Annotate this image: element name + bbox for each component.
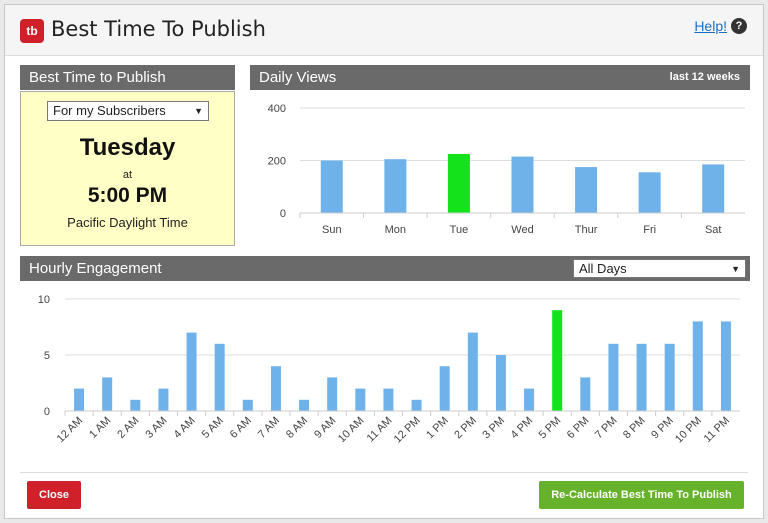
hourly-x-tick-label: 3 AM xyxy=(143,415,169,441)
hourly-x-tick-label: 9 AM xyxy=(312,415,338,441)
hourly-y-tick-label: 10 xyxy=(38,294,50,306)
daily-x-tick-label: Fri xyxy=(643,224,656,236)
hourly-bar xyxy=(158,388,169,411)
hourly-x-tick-label: 8 PM xyxy=(621,415,648,442)
hourly-x-tick-label: 3 PM xyxy=(480,415,507,442)
footer-divider xyxy=(20,472,748,473)
daily-x-tick-label: Sat xyxy=(705,224,722,236)
hourly-engagement-title: Hourly Engagement xyxy=(29,260,162,277)
dropdown-arrow-icon: ▼ xyxy=(731,264,740,274)
daily-x-tick-label: Tue xyxy=(450,224,469,236)
daily-y-tick-label: 400 xyxy=(268,103,286,115)
recalculate-button[interactable]: Re-Calculate Best Time To Publish xyxy=(539,481,744,509)
best-time: 5:00 PM xyxy=(87,184,168,207)
hourly-x-tick-label: 6 PM xyxy=(565,415,592,442)
daily-x-tick-label: Wed xyxy=(511,224,533,236)
hourly-bar xyxy=(608,343,619,411)
best-time-dialog: tb Best Time To Publish Help! ? Best Tim… xyxy=(4,4,764,519)
hourly-y-tick-label: 0 xyxy=(44,406,50,418)
help-question-icon[interactable]: ? xyxy=(731,18,747,34)
daily-bar xyxy=(702,164,725,213)
hourly-x-tick-label: 7 PM xyxy=(593,415,620,442)
daily-bar xyxy=(384,159,407,213)
hourly-x-tick-label: 7 AM xyxy=(256,415,282,441)
best-time-panel: For my Subscribers ▼ Tuesday at 5:00 PM … xyxy=(20,91,235,246)
hourly-y-tick-label: 5 xyxy=(44,350,50,362)
hourly-x-tick-label: 12 AM xyxy=(55,415,86,446)
hourly-x-tick-label: 12 PM xyxy=(392,415,423,446)
hourly-x-tick-label: 6 AM xyxy=(228,415,254,441)
at-label: at xyxy=(122,169,133,181)
daily-views-range: last 12 weeks xyxy=(669,71,740,83)
daily-y-tick-label: 200 xyxy=(268,156,286,168)
hourly-bar xyxy=(524,388,535,411)
hourly-bar xyxy=(692,321,703,411)
hourly-bar xyxy=(130,399,141,411)
hourly-x-tick-label: 4 PM xyxy=(509,415,536,442)
hourly-bar xyxy=(439,366,450,411)
day-filter-select[interactable]: All Days ▼ xyxy=(573,259,746,278)
hourly-bar xyxy=(214,343,225,411)
hourly-bar xyxy=(552,310,563,411)
daily-x-tick-label: Mon xyxy=(385,224,406,236)
hourly-bar xyxy=(664,343,675,411)
daily-x-tick-label: Sun xyxy=(322,224,342,236)
close-button[interactable]: Close xyxy=(27,481,81,509)
daily-bar xyxy=(511,156,534,213)
tubebuddy-logo-icon: tb xyxy=(20,19,44,43)
daily-bar xyxy=(447,153,470,213)
hourly-bar xyxy=(102,377,113,411)
audience-select[interactable]: For my Subscribers ▼ xyxy=(47,101,209,121)
hourly-bar xyxy=(242,399,253,411)
hourly-x-tick-label: 2 PM xyxy=(452,415,479,442)
hourly-bar xyxy=(720,321,731,411)
daily-x-tick-label: Thur xyxy=(575,224,598,236)
hourly-x-tick-label: 4 AM xyxy=(171,415,197,441)
hourly-bar xyxy=(327,377,338,411)
hourly-bar xyxy=(74,388,85,411)
hourly-bar xyxy=(467,332,478,411)
daily-views-chart: 0 200 400 Sun Mon Tue Wed Thur Fri Sat xyxy=(268,103,745,236)
dropdown-arrow-icon: ▼ xyxy=(194,106,203,116)
daily-views-title: Daily Views xyxy=(259,69,337,86)
hourly-x-tick-label: 5 AM xyxy=(200,415,226,441)
best-day: Tuesday xyxy=(79,134,176,161)
hourly-bar xyxy=(636,343,647,411)
audience-select-value: For my Subscribers xyxy=(53,103,166,118)
hourly-engagement-chart: 0 5 10 12 AM 1 AM 2 AM 3 AM 4 AM 5 AM 6 AM 7 AM 8 A… xyxy=(38,294,740,446)
daily-bar xyxy=(575,167,598,213)
title-bar: tb Best Time To Publish Help! ? xyxy=(5,5,763,56)
help-link[interactable]: Help! xyxy=(694,18,727,34)
hourly-x-tick-label: 1 AM xyxy=(87,415,113,441)
daily-views-header: Daily Views last 12 weeks xyxy=(250,65,750,90)
hourly-bar xyxy=(270,366,281,411)
hourly-bar xyxy=(186,332,197,411)
hourly-x-tick-label: 10 PM xyxy=(673,415,704,446)
hourly-bar xyxy=(411,399,422,411)
daily-bar xyxy=(320,160,343,213)
timezone-label: Pacific Daylight Time xyxy=(67,215,188,230)
dialog-title: Best Time To Publish xyxy=(51,17,266,41)
hourly-bar xyxy=(383,388,394,411)
hourly-x-tick-label: 1 PM xyxy=(424,415,451,442)
daily-y-tick-label: 0 xyxy=(280,208,286,220)
daily-bar xyxy=(638,172,661,213)
hourly-x-tick-label: 11 PM xyxy=(702,415,732,445)
hourly-bar xyxy=(495,355,506,411)
hourly-bar xyxy=(299,399,310,411)
day-filter-value: All Days xyxy=(579,261,627,276)
hourly-x-tick-label: 10 AM xyxy=(336,415,367,446)
hourly-x-tick-label: 2 AM xyxy=(115,415,141,441)
hourly-x-tick-label: 5 PM xyxy=(537,415,564,442)
hourly-bar xyxy=(355,388,366,411)
hourly-x-tick-label: 11 AM xyxy=(365,415,395,445)
hourly-bar xyxy=(580,377,591,411)
hourly-x-tick-label: 8 AM xyxy=(284,415,310,441)
best-time-header: Best Time to Publish xyxy=(20,65,235,90)
